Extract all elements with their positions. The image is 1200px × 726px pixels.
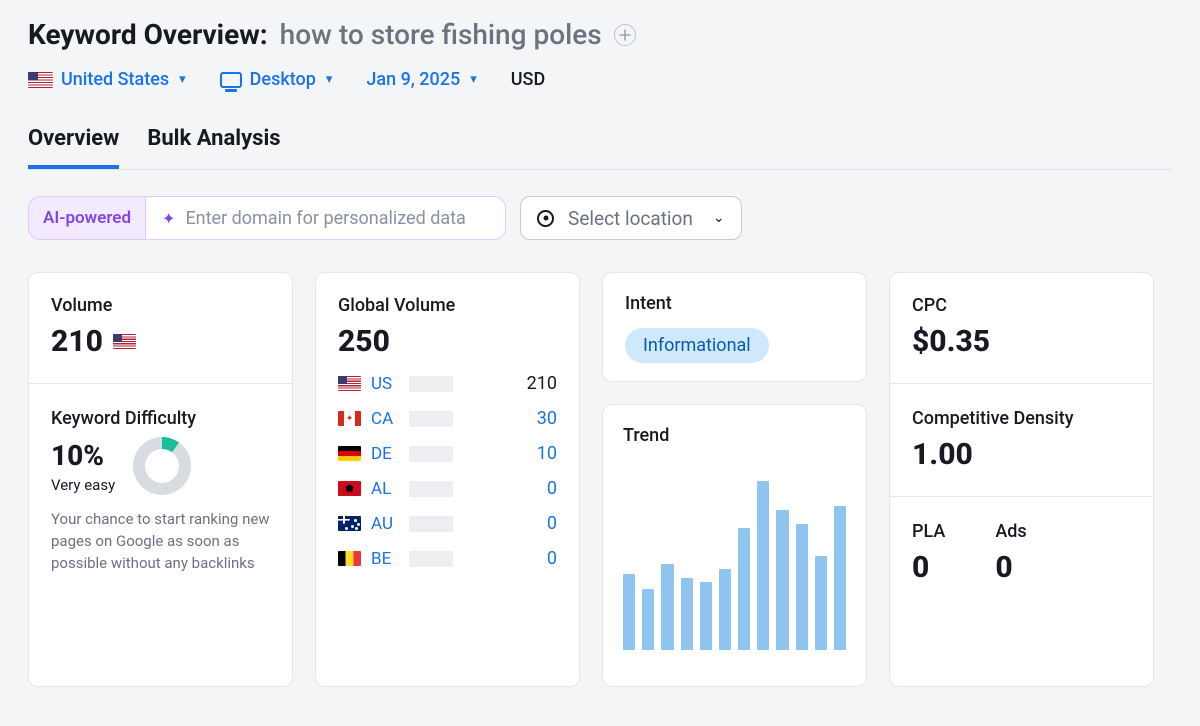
location-select[interactable]: Select location ⌄ [520, 196, 742, 240]
date-filter-label: Jan 9, 2025 [366, 69, 460, 90]
tab-bulk-analysis[interactable]: Bulk Analysis [147, 126, 280, 169]
plus-icon [619, 29, 631, 41]
flag-us-icon [28, 72, 53, 88]
volume-label: Volume [51, 295, 270, 316]
trend-bar [796, 524, 808, 650]
chevron-down-icon: ⌄ [713, 210, 725, 226]
global-volume-value: 250 [338, 324, 557, 359]
country-volume-value[interactable]: 10 [537, 443, 557, 464]
flag-us-icon [338, 376, 361, 391]
trend-chart [623, 470, 846, 650]
country-code: BE [371, 549, 399, 569]
trend-bar [661, 564, 673, 650]
trend-bar [738, 528, 750, 650]
global-volume-row: AL 0 [338, 478, 557, 499]
volume-bar [409, 516, 453, 532]
cpc-value: $0.35 [912, 324, 1131, 359]
location-select-placeholder: Select location [568, 207, 693, 230]
flag-be-icon [338, 551, 361, 566]
device-filter[interactable]: Desktop ▾ [220, 69, 333, 90]
trend-bar [700, 582, 712, 650]
volume-card: Volume 210 Keyword Difficulty 10% Very e… [28, 272, 293, 687]
trend-bar [834, 506, 846, 650]
trend-bar [719, 569, 731, 650]
volume-bar [409, 376, 453, 392]
trend-bar [681, 578, 693, 650]
trend-bar [815, 556, 827, 650]
country-code: DE [371, 444, 399, 464]
keyword-difficulty-label: Keyword Difficulty [51, 408, 270, 429]
currency-label: USD [511, 69, 545, 90]
ai-powered-badge: AI-powered [29, 208, 145, 228]
global-volume-row: ✦ CA 30 [338, 408, 557, 429]
country-volume-value[interactable]: 0 [547, 478, 557, 499]
keyword-difficulty-value: 10% [51, 439, 115, 472]
trend-bar [623, 574, 635, 650]
add-keyword-button[interactable] [614, 24, 636, 46]
chevron-down-icon: ▾ [179, 72, 186, 87]
trend-label: Trend [623, 425, 846, 446]
ads-label: Ads [995, 521, 1026, 542]
global-volume-row: DE 10 [338, 443, 557, 464]
chevron-down-icon: ▾ [470, 72, 477, 87]
desktop-icon [220, 72, 242, 88]
country-filter-label: United States [61, 69, 169, 90]
volume-bar [409, 481, 453, 497]
flag-au-icon [338, 516, 361, 531]
pla-value: 0 [912, 550, 945, 585]
chevron-down-icon: ▾ [326, 72, 333, 87]
competitive-density-value: 1.00 [912, 437, 1131, 472]
country-code: US [371, 374, 399, 394]
volume-bar [409, 411, 453, 427]
country-volume-value[interactable]: 0 [547, 513, 557, 534]
competitive-density-label: Competitive Density [912, 408, 1131, 429]
volume-bar [409, 551, 453, 567]
tab-overview[interactable]: Overview [28, 126, 119, 169]
global-volume-row: AU 0 [338, 513, 557, 534]
flag-us-icon [113, 334, 136, 349]
country-code: AU [371, 514, 399, 534]
country-volume-value[interactable]: 30 [537, 408, 557, 429]
intent-value-pill: Informational [625, 328, 769, 363]
flag-ca-icon: ✦ [338, 411, 361, 426]
keyword-difficulty-description: Your chance to start ranking new pages o… [51, 509, 270, 574]
page-title-keyword: how to store fishing poles [280, 18, 602, 51]
pla-label: PLA [912, 521, 945, 542]
date-filter[interactable]: Jan 9, 2025 ▾ [366, 69, 476, 90]
global-volume-row: BE 0 [338, 548, 557, 569]
domain-input[interactable]: ✦ Enter domain for personalized data [145, 197, 505, 239]
keyword-difficulty-rating: Very easy [51, 476, 115, 494]
ai-domain-input-group: AI-powered ✦ Enter domain for personaliz… [28, 196, 506, 240]
ads-value: 0 [995, 550, 1026, 585]
trend-bar [776, 510, 788, 650]
cpc-label: CPC [912, 295, 1131, 316]
flag-al-icon [338, 481, 361, 496]
volume-value: 210 [51, 324, 103, 359]
keyword-difficulty-donut [133, 437, 191, 495]
domain-input-placeholder: Enter domain for personalized data [185, 208, 465, 229]
page-title-label: Keyword Overview: [28, 18, 268, 51]
country-volume-value[interactable]: 0 [547, 548, 557, 569]
volume-bar [409, 446, 453, 462]
sparkle-icon: ✦ [162, 209, 175, 228]
trend-bar [757, 481, 769, 650]
trend-card: Trend [602, 404, 867, 687]
global-volume-label: Global Volume [338, 295, 557, 316]
intent-card: Intent Informational [602, 272, 867, 382]
country-filter[interactable]: United States ▾ [28, 69, 186, 90]
global-volume-row: US 210 [338, 373, 557, 394]
global-volume-card: Global Volume 250 US210✦CA30DE10AL0AU0BE… [315, 272, 580, 687]
location-pin-icon [537, 210, 554, 227]
cpc-card: CPC $0.35 Competitive Density 1.00 PLA 0… [889, 272, 1154, 687]
country-code: CA [371, 409, 399, 429]
intent-label: Intent [625, 293, 844, 314]
tabs: Overview Bulk Analysis [28, 126, 1172, 170]
trend-bar [642, 589, 654, 650]
country-code: AL [371, 479, 399, 499]
flag-de-icon [338, 446, 361, 461]
device-filter-label: Desktop [250, 69, 316, 90]
country-volume-value: 210 [527, 373, 557, 394]
